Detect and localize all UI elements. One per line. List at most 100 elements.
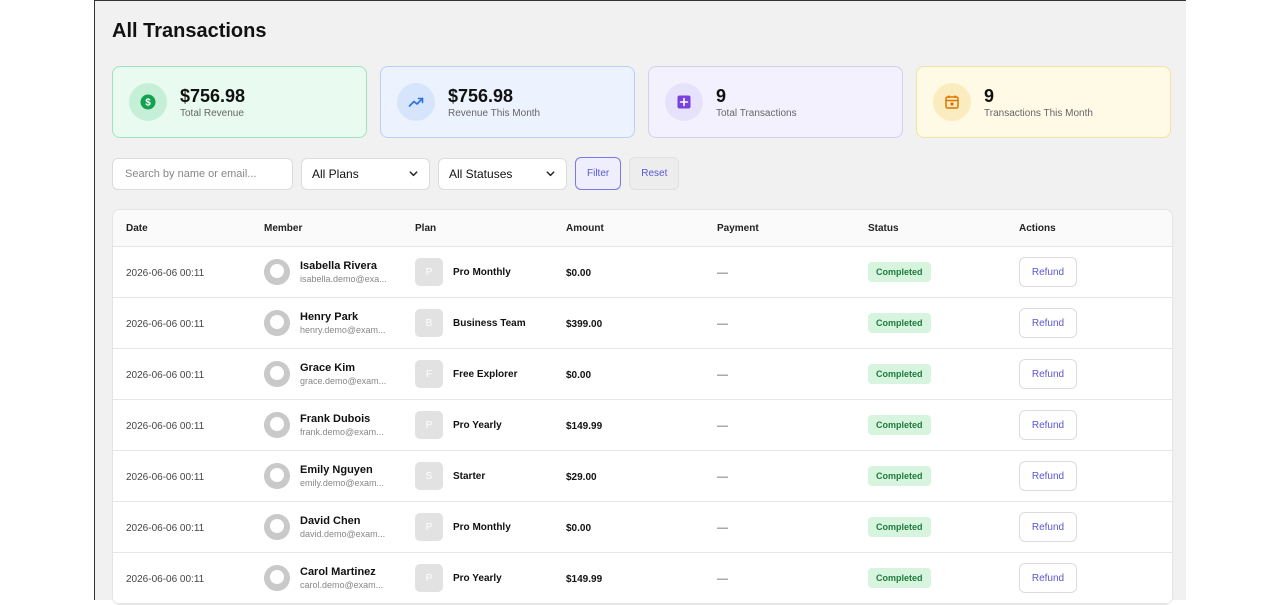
table-row: 2026-06-06 00:11 Emily Nguyen emily.demo… [113, 451, 1172, 502]
member-name: Grace Kim [300, 362, 356, 374]
avatar [264, 361, 290, 387]
plan-initial-badge: F [415, 360, 443, 388]
column-header-payment: Payment [717, 222, 759, 234]
refund-button[interactable]: Refund [1019, 461, 1077, 491]
payment-method: — [717, 318, 728, 330]
refund-button[interactable]: Refund [1019, 308, 1077, 338]
payment-method: — [717, 420, 728, 432]
chevron-down-icon [546, 171, 555, 177]
status-badge: Completed [868, 364, 931, 384]
stat-label: Revenue This Month [448, 107, 541, 119]
column-header-amount: Amount [566, 222, 604, 234]
plan-select[interactable]: All Plans [301, 157, 430, 190]
plan-name: Starter [453, 470, 486, 482]
refund-button[interactable]: Refund [1019, 257, 1077, 287]
column-header-actions: Actions [1019, 222, 1056, 234]
transaction-date: 2026-06-06 00:11 [126, 523, 205, 534]
payment-method: — [717, 369, 728, 381]
plan-initial-badge: S [415, 462, 443, 490]
plus-square-icon [665, 83, 703, 121]
stat-value: $756.98 [180, 85, 246, 106]
trending-up-icon [397, 83, 435, 121]
transactions-table: Date Member Plan Amount Payment Status A… [112, 209, 1173, 605]
stat-label: Total Revenue [180, 107, 244, 119]
amount: $0.00 [566, 523, 592, 534]
filter-button[interactable]: Filter [575, 157, 622, 190]
refund-button[interactable]: Refund [1019, 359, 1077, 389]
avatar [264, 259, 290, 285]
plan-name: Pro Monthly [453, 266, 511, 278]
member-cell: Isabella Rivera isabella.demo@exa... [264, 259, 415, 285]
refund-button[interactable]: Refund [1019, 563, 1077, 593]
transaction-date: 2026-06-06 00:11 [126, 319, 205, 330]
status-badge: Completed [868, 313, 931, 333]
member-name: Emily Nguyen [300, 464, 373, 476]
payment-method: — [717, 471, 728, 483]
column-header-date: Date [126, 222, 148, 234]
plan-cell: P Pro Monthly [415, 258, 566, 286]
member-name: Henry Park [300, 311, 359, 323]
table-row: 2026-06-06 00:11 Grace Kim grace.demo@ex… [113, 349, 1172, 400]
reset-button[interactable]: Reset [629, 157, 680, 190]
transaction-date: 2026-06-06 00:11 [126, 574, 205, 585]
member-cell: Grace Kim grace.demo@exam... [264, 361, 415, 387]
plan-initial-badge: P [415, 564, 443, 592]
status-select-value: All Statuses [449, 166, 513, 181]
column-header-status: Status [868, 222, 899, 234]
plan-cell: P Pro Yearly [415, 564, 566, 592]
status-badge: Completed [868, 568, 931, 588]
status-select[interactable]: All Statuses [438, 157, 567, 190]
chevron-down-icon [409, 171, 418, 177]
svg-text:$: $ [145, 98, 151, 109]
table-row: 2026-06-06 00:11 Frank Dubois frank.demo… [113, 400, 1172, 451]
avatar [264, 310, 290, 336]
main-content: All Transactions $ $756.98 Total Revenue… [94, 0, 1186, 605]
amount: $0.00 [566, 268, 592, 279]
plan-cell: S Starter [415, 462, 566, 490]
member-email: carol.demo@exam... [300, 580, 384, 590]
table-row: 2026-06-06 00:11 Carol Martinez carol.de… [113, 553, 1172, 604]
dollar-icon: $ [129, 83, 167, 121]
transaction-date: 2026-06-06 00:11 [126, 370, 205, 381]
plan-initial-badge: P [415, 513, 443, 541]
refund-button[interactable]: Refund [1019, 410, 1077, 440]
plan-cell: B Business Team [415, 309, 566, 337]
member-name: Frank Dubois [300, 413, 371, 425]
transaction-date: 2026-06-06 00:11 [126, 421, 205, 432]
member-email: grace.demo@exam... [300, 376, 387, 386]
avatar [264, 514, 290, 540]
plan-cell: P Pro Yearly [415, 411, 566, 439]
avatar [264, 412, 290, 438]
avatar [264, 565, 290, 591]
plan-name: Free Explorer [453, 368, 518, 380]
member-name: Isabella Rivera [300, 260, 378, 272]
member-cell: Carol Martinez carol.demo@exam... [264, 565, 415, 591]
stat-label: Total Transactions [716, 107, 797, 119]
stats-cards: $ $756.98 Total Revenue $756.98 Revenue … [112, 66, 1171, 138]
plan-cell: F Free Explorer [415, 360, 566, 388]
plan-cell: P Pro Monthly [415, 513, 566, 541]
member-email: isabella.demo@exa... [300, 274, 387, 284]
plan-select-value: All Plans [312, 166, 359, 181]
plan-initial-badge: B [415, 309, 443, 337]
member-name: Carol Martinez [300, 566, 376, 578]
member-email: henry.demo@exam... [300, 325, 386, 335]
table-row: 2026-06-06 00:11 Isabella Rivera isabell… [113, 247, 1172, 298]
stat-value: 9 [984, 85, 995, 106]
table-body: 2026-06-06 00:11 Isabella Rivera isabell… [113, 247, 1172, 604]
member-email: david.demo@exam... [300, 529, 386, 539]
member-email: emily.demo@exam... [300, 478, 384, 488]
member-cell: Emily Nguyen emily.demo@exam... [264, 463, 415, 489]
amount: $399.00 [566, 319, 603, 330]
table-row: 2026-06-06 00:11 Henry Park henry.demo@e… [113, 298, 1172, 349]
table-row: 2026-06-06 00:11 David Chen david.demo@e… [113, 502, 1172, 553]
stat-label: Transactions This Month [984, 107, 1093, 119]
search-input[interactable] [112, 157, 293, 190]
member-cell: Frank Dubois frank.demo@exam... [264, 412, 415, 438]
amount: $149.99 [566, 421, 603, 432]
amount: $0.00 [566, 370, 592, 381]
stat-card-transactions-this-month: 9 Transactions This Month [916, 66, 1171, 138]
status-badge: Completed [868, 415, 931, 435]
refund-button[interactable]: Refund [1019, 512, 1077, 542]
stat-card-revenue-this-month: $756.98 Revenue This Month [380, 66, 635, 138]
